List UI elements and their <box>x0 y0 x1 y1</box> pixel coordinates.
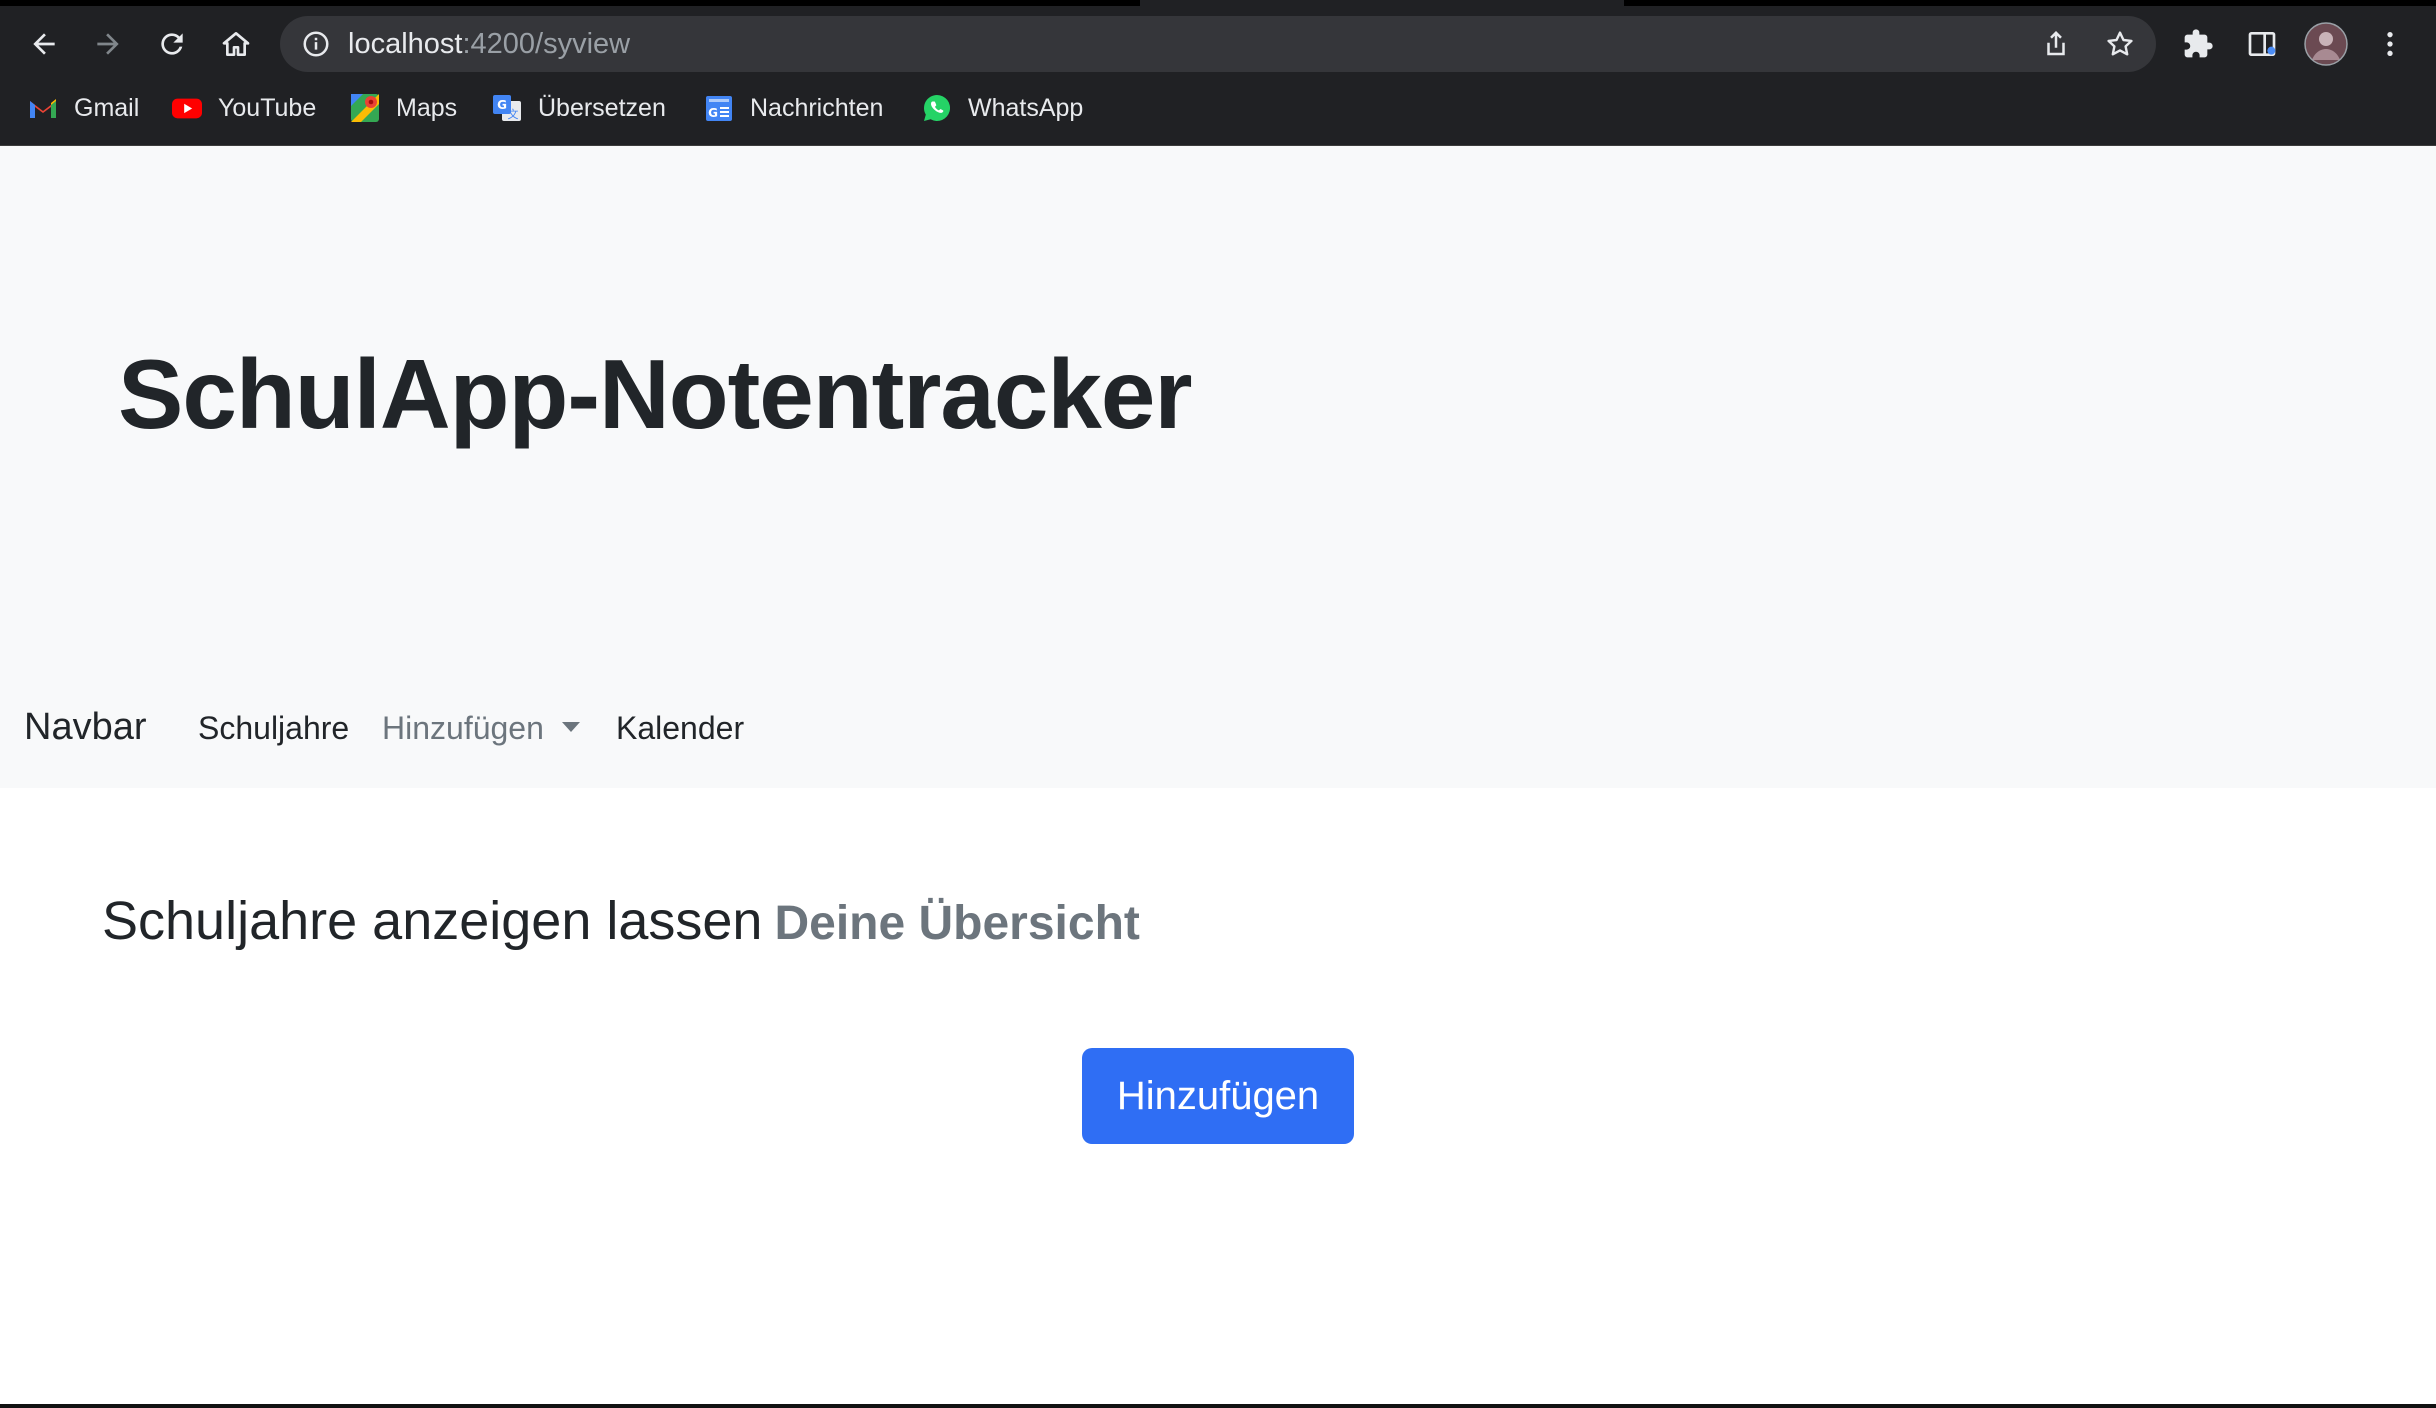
arrow-right-icon <box>97 33 119 55</box>
translate-icon: G文 <box>492 93 522 123</box>
bookmark-label: Nachrichten <box>750 93 884 122</box>
nav-item-schuljahre[interactable]: Schuljahre <box>198 710 349 747</box>
window-bottom-edge <box>0 1404 2436 1408</box>
section-heading: Schuljahre anzeigen lassen Deine Übersich… <box>102 890 1140 952</box>
extensions-button[interactable] <box>2174 20 2222 68</box>
site-info-icon[interactable] <box>300 28 332 60</box>
share-button[interactable] <box>2036 24 2076 64</box>
bookmark-label: Maps <box>396 93 458 122</box>
navbar: Navbar Schuljahre Hinzufügen Kalender <box>0 676 2436 788</box>
header-banner: SchulApp-Notentracker Navbar Schuljahre … <box>0 146 2436 788</box>
gmail-icon <box>28 93 58 123</box>
puzzle-icon <box>2184 29 2213 58</box>
maps-icon <box>350 93 380 123</box>
profile-button[interactable] <box>2302 20 2350 68</box>
svg-text:G: G <box>497 98 507 112</box>
nav-item-hinzufuegen-dropdown[interactable]: Hinzufügen <box>382 710 580 747</box>
menu-button[interactable] <box>2366 20 2414 68</box>
url-text[interactable]: localhost:4200/syview <box>348 16 630 72</box>
home-button[interactable] <box>212 20 260 68</box>
more-vertical-icon <box>2387 32 2393 56</box>
add-button[interactable]: Hinzufügen <box>1082 1048 1354 1144</box>
bookmarks-bar: Gmail YouTube Maps G文 Übersetzen G Nachr… <box>0 84 2436 132</box>
home-icon <box>222 32 250 56</box>
browser-chrome: localhost:4200/syview Gmail YouTube Maps… <box>0 0 2436 146</box>
news-icon: G <box>704 93 734 123</box>
tab-strip-edge <box>1624 0 2436 6</box>
bookmark-whatsapp[interactable]: WhatsApp <box>922 88 1083 128</box>
svg-text:文: 文 <box>508 107 519 121</box>
bookmark-gmail[interactable]: Gmail <box>28 88 139 128</box>
back-button[interactable] <box>20 20 68 68</box>
reload-button[interactable] <box>148 20 196 68</box>
nav-item-label: Hinzufügen <box>382 710 544 746</box>
star-icon <box>2107 31 2133 56</box>
bookmark-label: Gmail <box>74 93 140 122</box>
forward-button[interactable] <box>84 20 132 68</box>
section-title: Schuljahre anzeigen lassen <box>102 891 763 951</box>
nav-item-kalender[interactable]: Kalender <box>616 710 744 747</box>
section-subtitle: Deine Übersicht <box>774 897 1140 950</box>
page-content: SchulApp-Notentracker Navbar Schuljahre … <box>0 146 2436 1408</box>
youtube-icon <box>172 93 202 123</box>
url-host: localhost <box>348 28 463 60</box>
side-panel-icon <box>2248 32 2276 56</box>
whatsapp-icon <box>922 93 952 123</box>
bookmark-label: Übersetzen <box>538 93 666 122</box>
side-panel-button[interactable] <box>2238 20 2286 68</box>
address-bar[interactable]: localhost:4200/syview <box>280 16 2156 72</box>
app-title: SchulApp-Notentracker <box>118 339 1193 449</box>
reload-icon <box>161 33 183 55</box>
navbar-brand[interactable]: Navbar <box>24 706 147 749</box>
caret-down-icon <box>561 721 580 732</box>
arrow-left-icon <box>33 33 55 55</box>
bookmark-translate[interactable]: G文 Übersetzen <box>492 88 666 128</box>
bookmark-youtube[interactable]: YouTube <box>172 88 316 128</box>
bookmark-maps[interactable]: Maps <box>350 88 457 128</box>
tab-strip-edge <box>0 0 1140 6</box>
bookmark-star-button[interactable] <box>2100 24 2140 64</box>
avatar <box>2304 22 2348 66</box>
bookmark-label: YouTube <box>218 93 317 122</box>
url-path: :4200/syview <box>462 28 631 60</box>
bookmark-label: WhatsApp <box>968 93 1084 122</box>
svg-text:G: G <box>708 106 718 120</box>
bookmark-news[interactable]: G Nachrichten <box>704 88 883 128</box>
share-icon <box>2047 30 2065 56</box>
